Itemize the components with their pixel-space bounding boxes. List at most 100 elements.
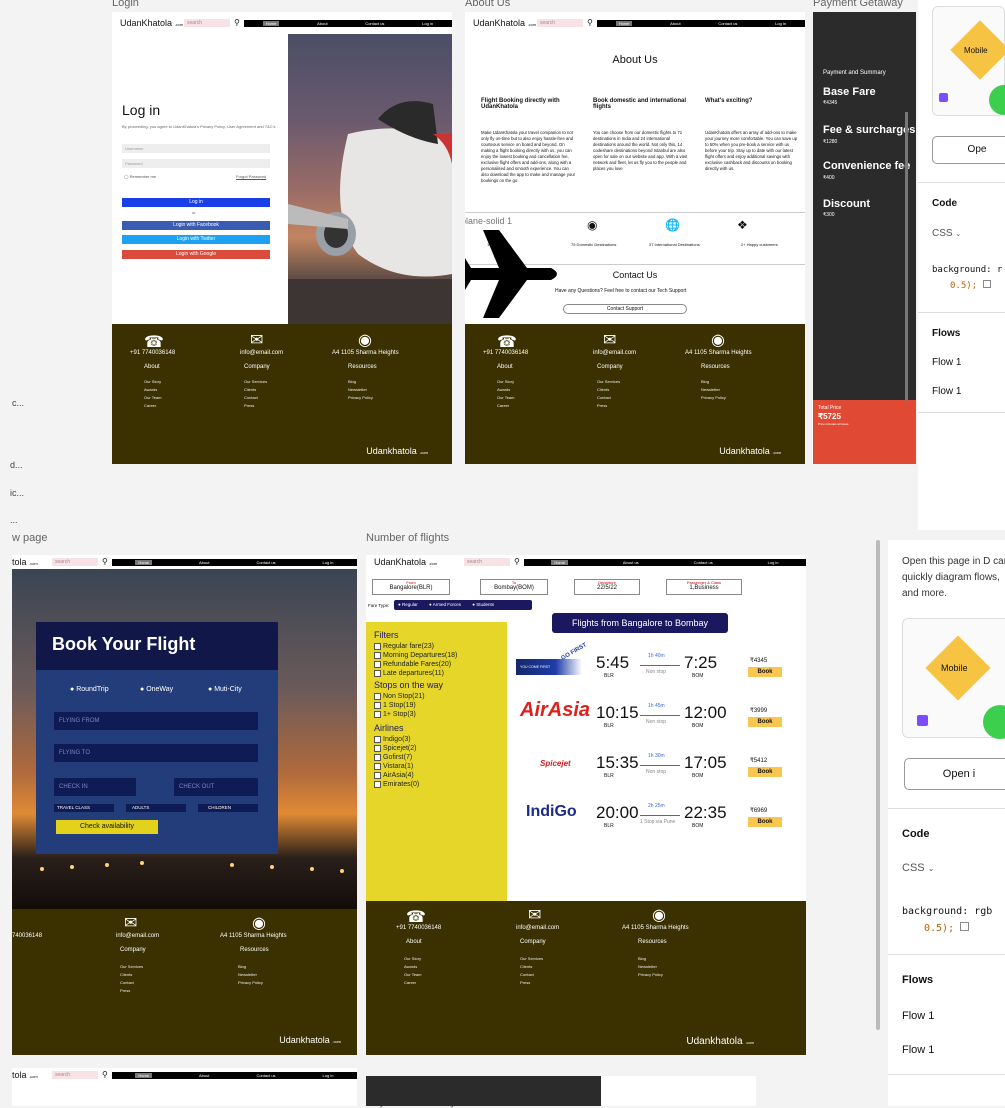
airline-option[interactable]: Indigo(3) [374,735,499,744]
layer-item[interactable]: d... [10,460,23,470]
canvas-scrollbar[interactable] [876,540,880,1030]
to-field[interactable]: To Bombay(BOM) [480,579,548,595]
nav-login[interactable]: Log in [775,21,786,26]
departure-field[interactable]: Departure 22/5/22 [574,579,640,595]
travel-class-select[interactable]: TRAVEL CLASS [54,804,114,812]
search-icon[interactable]: ⚲ [102,558,108,566]
flight-row[interactable]: Spicejet 15:35 BLR 1h 30m Non stop 17:05… [516,745,806,795]
book-button[interactable]: Book [748,817,782,827]
check-in-input[interactable]: CHECK IN [54,778,136,796]
search-icon[interactable]: ⚲ [102,1071,108,1079]
flight-row[interactable]: YOU COME FIRST GO FIRST 5:45 BLR 1h 40m … [516,642,806,695]
nav-home[interactable]: Home [135,559,153,565]
username-input[interactable]: Username [122,144,270,153]
flow-item[interactable]: Flow 1 [902,1010,934,1022]
nav-login[interactable]: Log in [323,560,334,565]
stop-option[interactable]: 1+ Stop(3) [374,710,499,719]
from-field[interactable]: From Bangalore(BLR) [372,579,450,595]
airline-option[interactable]: AirAsia(4) [374,771,499,780]
twitter-login-button[interactable]: Login with Twitter [122,235,270,244]
toolbar-icon[interactable] [939,93,948,102]
search-input[interactable]: search [537,19,583,27]
nav-contact[interactable]: Contact us [365,21,384,26]
adults-select[interactable]: ADULTS [126,804,186,812]
logo[interactable]: tola .com [12,1070,52,1080]
children-select[interactable]: CHILDREN [198,804,258,812]
nav-home[interactable]: Home [135,1072,153,1078]
flying-to-input[interactable]: FLYING TO [54,744,258,762]
filter-option[interactable]: Refundable Fares(20) [374,660,499,669]
open-button[interactable]: Ope [932,136,1005,164]
airline-option[interactable]: Gofirst(7) [374,753,499,762]
search-icon[interactable]: ⚲ [234,19,240,27]
airline-option[interactable]: Spicejet(2) [374,744,499,753]
color-swatch-icon[interactable] [982,280,991,288]
nav-about[interactable]: About [317,21,327,26]
filter-option[interactable]: Morning Departures(18) [374,651,499,660]
footer-company-links[interactable]: Our Services Clients Contact Press [244,378,267,410]
layer-item[interactable]: ic... [10,488,24,498]
scrollbar[interactable] [905,112,908,402]
logo[interactable]: UdanKhatola .com [366,557,464,567]
search-icon[interactable]: ⚲ [587,19,593,27]
nav-contact[interactable]: Contact us [694,560,713,565]
logo[interactable]: tola .com [12,557,52,567]
footer-resource-links[interactable]: Blog Newsletter Privacy Policy [348,378,373,402]
stop-option[interactable]: Non Stop(21) [374,692,499,701]
flight-row[interactable]: AirAsia 10:15 BLR 1h 45m Non stop 12:00 … [516,695,806,745]
nav-login[interactable]: Log in [323,1073,334,1078]
open-button[interactable]: Open i [904,758,1005,790]
footer-company-links[interactable]: Our Services Clients Contact Press [120,963,143,995]
footer-company-links[interactable]: Our Services Clients Contact Press [597,378,620,410]
nav-about[interactable]: About [199,560,209,565]
stop-option[interactable]: 1 Stop(19) [374,701,499,710]
nav-contact[interactable]: Contact us [256,1073,275,1078]
logo[interactable]: UdanKhatola .com [465,18,537,28]
footer-resource-links[interactable]: Blog Newsletter Privacy Policy [638,955,663,979]
radio-roundtrip[interactable]: ● RoundTrip [70,686,109,693]
flying-from-input[interactable]: FLYING FROM [54,712,258,730]
nav-home[interactable]: Home [551,559,568,565]
book-button[interactable]: Book [748,767,782,777]
footer-resource-links[interactable]: Blog Newsletter Privacy Policy [701,378,726,402]
radio-oneway[interactable]: ● OneWay [140,686,173,693]
nav-about[interactable]: About [199,1073,209,1078]
nav-home[interactable]: Home [615,20,633,26]
search-input[interactable]: search [464,558,510,566]
footer-company-links[interactable]: Our Services Clients Contact Press [520,955,543,987]
remember-checkbox[interactable]: ◯ Remember me [124,174,156,179]
search-input[interactable]: search [52,558,98,566]
check-out-input[interactable]: CHECK OUT [174,778,258,796]
layer-item[interactable]: c... [12,398,24,408]
search-input[interactable]: search [52,1071,98,1079]
nav-contact[interactable]: Contact us [256,560,275,565]
fare-regular[interactable]: ● Regular [398,602,418,607]
footer-resource-links[interactable]: Blog Newsletter Privacy Policy [238,963,263,987]
google-login-button[interactable]: Login with Google [122,250,270,259]
facebook-login-button[interactable]: Login with Facebook [122,221,270,230]
airline-option[interactable]: Emirates(0) [374,780,499,789]
footer-about-links[interactable]: Our Story Awards Our Team Career [144,378,162,410]
color-swatch-icon[interactable] [960,922,970,931]
nav-login[interactable]: Log in [422,21,433,26]
forgot-password-link[interactable]: Forgot Password [236,174,266,179]
book-button[interactable]: Book [748,667,782,677]
nav-home[interactable]: Home [262,20,280,26]
radio-multicity[interactable]: ● Muti-City [208,686,242,693]
layer-item[interactable]: ... [10,515,18,525]
nav-login[interactable]: Log in [768,560,779,565]
flow-item[interactable]: Flow 1 [932,357,961,368]
filter-option[interactable]: Late departures(11) [374,669,499,678]
check-availability-button[interactable]: Check availability [56,820,158,834]
airline-option[interactable]: Vistara(1) [374,762,499,771]
filter-option[interactable]: Regular fare(23) [374,642,499,651]
css-dropdown[interactable]: CSS ⌄ [932,228,961,239]
flow-item[interactable]: Flow 1 [902,1044,934,1056]
nav-about[interactable]: About us [623,560,639,565]
toolbar-icon[interactable] [917,715,928,726]
login-button[interactable]: Log in [122,198,270,207]
fare-students[interactable]: ● Students [472,602,494,607]
footer-about-links[interactable]: Our Story Awards Our Team Career [497,378,515,410]
fare-armed-forces[interactable]: ● Armed Forces [429,602,461,607]
password-input[interactable]: Password [122,159,270,168]
